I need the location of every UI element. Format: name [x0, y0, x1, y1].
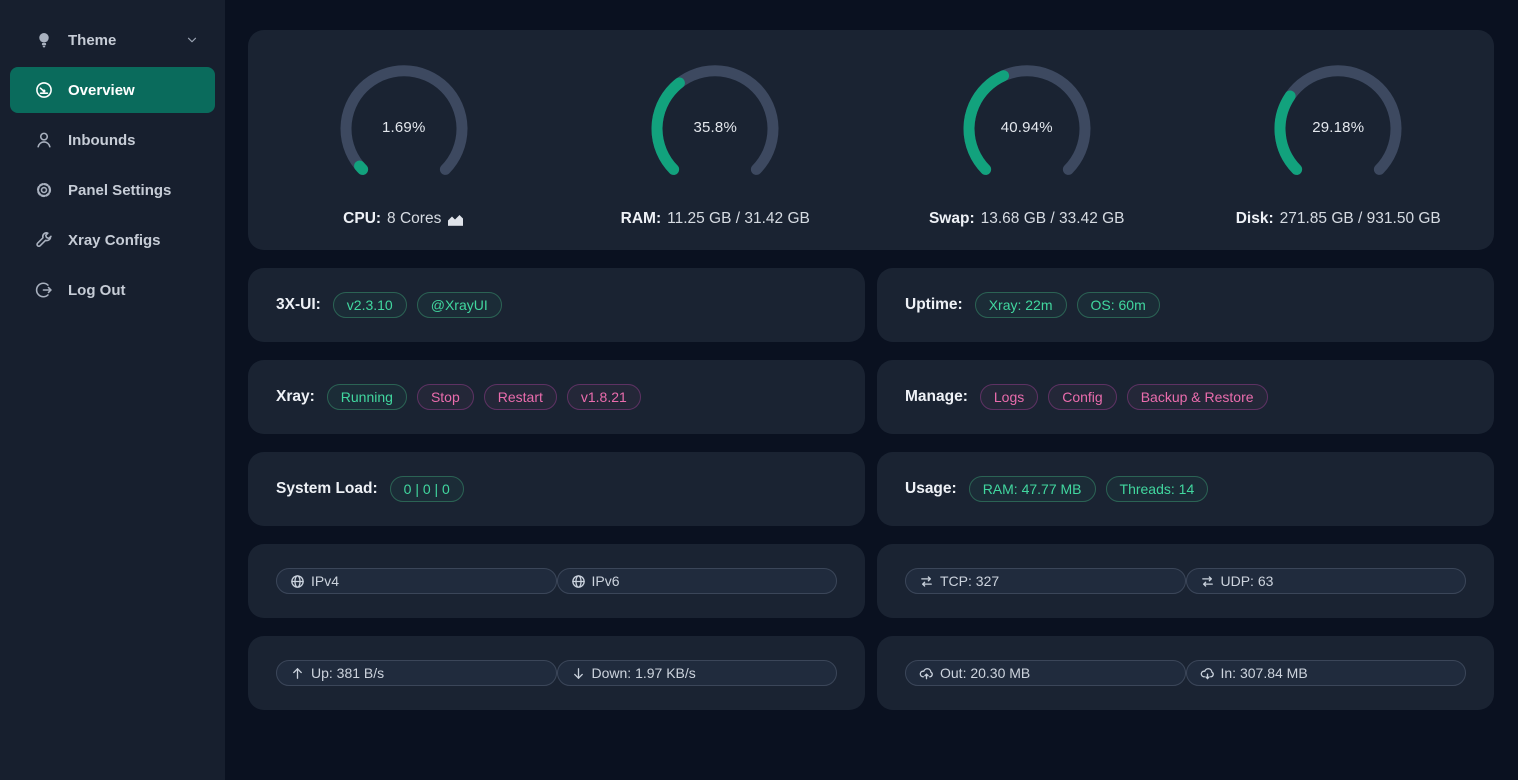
card-label: Uptime:	[905, 296, 963, 314]
sidebar-item-overview[interactable]: Overview	[10, 67, 215, 113]
system-load-tag: 0 | 0 | 0	[390, 476, 464, 502]
card-label: Xray:	[276, 388, 315, 406]
config-button[interactable]: Config	[1048, 384, 1116, 410]
panel-version-tag[interactable]: v2.3.10	[333, 292, 407, 318]
swap-caption: Swap:13.68 GB / 33.42 GB	[929, 210, 1125, 228]
connections-card: TCP: 327 UDP: 63	[877, 544, 1494, 618]
sidebar-item-log-out[interactable]: Log Out	[10, 267, 215, 313]
ram-gauge: 35.8% RAM:11.25 GB / 31.42 GB	[621, 61, 810, 228]
cloud-upload-icon	[919, 666, 934, 681]
xray-version-button[interactable]: v1.8.21	[567, 384, 641, 410]
xray-restart-button[interactable]: Restart	[484, 384, 557, 410]
ram-caption: RAM:11.25 GB / 31.42 GB	[621, 210, 810, 228]
card-label: Usage:	[905, 480, 957, 498]
cpu-percent: 1.69%	[337, 61, 471, 195]
usage-card: Usage: RAM: 47.77 MB Threads: 14	[877, 452, 1494, 526]
disk-percent: 29.18%	[1271, 61, 1405, 195]
download-speed-tag: Down: 1.97 KB/s	[557, 660, 838, 686]
xray-uptime-tag: Xray: 22m	[975, 292, 1067, 318]
manage-card: Manage: Logs Config Backup & Restore	[877, 360, 1494, 434]
uptime-card: Uptime: Xray: 22m OS: 60m	[877, 268, 1494, 342]
xray-stop-button[interactable]: Stop	[417, 384, 474, 410]
sidebar-item-panel-settings[interactable]: Panel Settings	[10, 167, 215, 213]
dashboard-gauge-icon	[35, 81, 53, 99]
xui-version-card: 3X-UI: v2.3.10 @XrayUI	[248, 268, 865, 342]
speed-card: Up: 381 B/s Down: 1.97 KB/s	[248, 636, 865, 710]
card-label: 3X-UI:	[276, 296, 321, 314]
user-icon	[35, 131, 53, 149]
sidebar-item-label: Xray Configs	[68, 232, 161, 249]
sidebar-item-label: Theme	[68, 32, 116, 49]
sidebar-item-xray-configs[interactable]: Xray Configs	[10, 217, 215, 263]
ipv6-tag[interactable]: IPv6	[557, 568, 838, 594]
globe-icon	[571, 574, 586, 589]
cloud-download-icon	[1200, 666, 1215, 681]
arrow-down-icon	[571, 666, 586, 681]
telegram-channel-tag[interactable]: @XrayUI	[417, 292, 502, 318]
globe-icon	[290, 574, 305, 589]
cpu-caption: CPU:8 Cores	[343, 210, 464, 228]
traffic-card: Out: 20.30 MB In: 307.84 MB	[877, 636, 1494, 710]
ram-percent: 35.8%	[648, 61, 782, 195]
tcp-count-tag: TCP: 327	[905, 568, 1186, 594]
swap-percent: 40.94%	[960, 61, 1094, 195]
xray-control-card: Xray: Running Stop Restart v1.8.21	[248, 360, 865, 434]
sidebar: Theme Overview Inbounds Panel Settings X…	[0, 0, 225, 780]
disk-gauge: 29.18% Disk:271.85 GB / 931.50 GB	[1236, 61, 1441, 228]
system-status-card: 1.69% CPU:8 Cores 35.8% RAM:11.25 GB / 3…	[248, 30, 1494, 250]
ram-usage-tag: RAM: 47.77 MB	[969, 476, 1096, 502]
sidebar-item-theme[interactable]: Theme	[10, 17, 215, 63]
udp-count-tag: UDP: 63	[1186, 568, 1467, 594]
logout-icon	[35, 281, 53, 299]
cpu-history-chart-icon[interactable]	[447, 211, 464, 226]
xray-status-tag: Running	[327, 384, 407, 410]
card-label: Manage:	[905, 388, 968, 406]
transfer-arrows-icon	[1200, 574, 1215, 589]
upload-speed-tag: Up: 381 B/s	[276, 660, 557, 686]
gear-icon	[35, 181, 53, 199]
traffic-out-tag: Out: 20.30 MB	[905, 660, 1186, 686]
traffic-in-tag: In: 307.84 MB	[1186, 660, 1467, 686]
threads-tag: Threads: 14	[1106, 476, 1209, 502]
arrow-up-icon	[290, 666, 305, 681]
os-uptime-tag: OS: 60m	[1077, 292, 1160, 318]
sidebar-item-label: Inbounds	[68, 132, 136, 149]
sidebar-item-label: Panel Settings	[68, 182, 171, 199]
logs-button[interactable]: Logs	[980, 384, 1038, 410]
cpu-gauge: 1.69% CPU:8 Cores	[337, 61, 471, 228]
backup-restore-button[interactable]: Backup & Restore	[1127, 384, 1268, 410]
lightbulb-icon	[35, 31, 53, 49]
main-content: 1.69% CPU:8 Cores 35.8% RAM:11.25 GB / 3…	[225, 0, 1518, 710]
ipv4-tag[interactable]: IPv4	[276, 568, 557, 594]
chevron-down-icon	[185, 33, 199, 47]
system-load-card: System Load: 0 | 0 | 0	[248, 452, 865, 526]
transfer-arrows-icon	[919, 574, 934, 589]
wrench-icon	[35, 231, 53, 249]
card-label: System Load:	[276, 480, 378, 498]
ip-card: IPv4 IPv6	[248, 544, 865, 618]
disk-caption: Disk:271.85 GB / 931.50 GB	[1236, 210, 1441, 228]
sidebar-item-label: Log Out	[68, 282, 125, 299]
sidebar-item-label: Overview	[68, 82, 135, 99]
swap-gauge: 40.94% Swap:13.68 GB / 33.42 GB	[929, 61, 1125, 228]
sidebar-item-inbounds[interactable]: Inbounds	[10, 117, 215, 163]
